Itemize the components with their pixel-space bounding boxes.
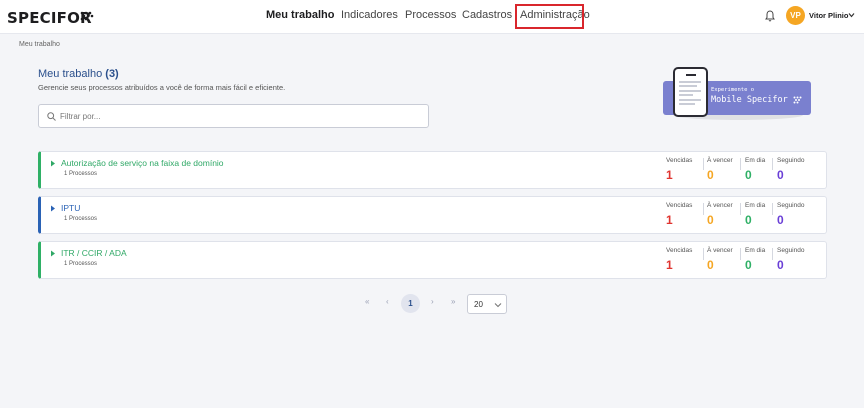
- stat-value: 0: [707, 258, 714, 272]
- breadcrumb[interactable]: Meu trabalho: [19, 41, 60, 48]
- stat-divider: [703, 158, 704, 170]
- promo-text: Experimente o Mobile Specifor: [711, 87, 802, 105]
- stat-label: Seguindo: [777, 247, 805, 254]
- logo-dots-icon: [793, 96, 802, 103]
- stat-label: Vencidas: [666, 247, 693, 254]
- stat-divider: [740, 248, 741, 260]
- stat-a-vencer[interactable]: À vencer 0: [707, 202, 733, 230]
- stat-label: Seguindo: [777, 202, 805, 209]
- promo-line-1: Experimente o: [711, 87, 755, 93]
- page-title: Meu trabalho (3): [38, 68, 119, 80]
- nav-item-meu-trabalho[interactable]: Meu trabalho: [266, 9, 334, 21]
- page-size-value: 20: [474, 300, 483, 309]
- chevron-down-icon: [494, 303, 502, 308]
- avatar[interactable]: VP: [786, 6, 805, 25]
- top-navbar: SPECIFOR Meu trabalho Indicadores Proces…: [0, 0, 864, 34]
- nav-highlight-box: [515, 4, 584, 29]
- next-page-button[interactable]: ›: [431, 297, 434, 306]
- process-card[interactable]: ITR / CCIR / ADA 1 Processos Vencidas 1 …: [38, 241, 827, 279]
- last-page-button[interactable]: »: [451, 297, 455, 306]
- pagination: « ‹ 1 › » 20: [358, 293, 518, 315]
- page-title-text: Meu trabalho: [38, 68, 103, 80]
- stat-divider: [772, 248, 773, 260]
- process-name[interactable]: ITR / CCIR / ADA: [61, 248, 127, 258]
- stat-label: Vencidas: [666, 202, 693, 209]
- stat-label: À vencer: [707, 247, 733, 254]
- stat-seguindo[interactable]: Seguindo 0: [777, 202, 804, 230]
- stat-value: 0: [745, 258, 752, 272]
- stat-label: À vencer: [707, 202, 733, 209]
- caret-right-icon[interactable]: [50, 160, 56, 167]
- stat-label: À vencer: [707, 157, 733, 164]
- nav-item-cadastros[interactable]: Cadastros: [462, 9, 512, 21]
- stat-divider: [772, 203, 773, 215]
- stat-value: 1: [666, 168, 673, 182]
- phone-illustration-icon: [673, 67, 708, 117]
- nav-item-processos[interactable]: Processos: [405, 9, 456, 21]
- page-title-count: (3): [105, 68, 119, 80]
- stat-value: 0: [777, 168, 784, 182]
- stat-label: Em dia: [745, 247, 766, 254]
- bell-icon[interactable]: [765, 10, 775, 22]
- stat-label: Em dia: [745, 157, 766, 164]
- stat-divider: [703, 203, 704, 215]
- process-card[interactable]: Autorização de serviço na faixa de domín…: [38, 151, 827, 189]
- user-name[interactable]: Vitor Plinio: [809, 11, 848, 20]
- stat-value: 0: [777, 258, 784, 272]
- process-name[interactable]: IPTU: [61, 203, 80, 213]
- mobile-promo-banner[interactable]: Experimente o Mobile Specifor: [663, 66, 811, 120]
- stat-divider: [703, 248, 704, 260]
- promo-line-2-text: Mobile Specifor: [711, 95, 788, 105]
- stat-divider: [740, 203, 741, 215]
- stat-em-dia[interactable]: Em dia 0: [745, 157, 765, 185]
- stat-value: 0: [707, 168, 714, 182]
- stat-vencidas[interactable]: Vencidas 1: [666, 157, 692, 185]
- stat-label: Seguindo: [777, 157, 805, 164]
- caret-right-icon[interactable]: [50, 205, 56, 212]
- filter-input[interactable]: [60, 109, 420, 123]
- stat-value: 0: [745, 168, 752, 182]
- page-subtitle: Gerencie seus processos atribuídos a voc…: [38, 83, 286, 92]
- filter-field[interactable]: [38, 104, 429, 128]
- nav-item-indicadores[interactable]: Indicadores: [341, 9, 398, 21]
- prev-page-button[interactable]: ‹: [386, 297, 389, 306]
- stat-seguindo[interactable]: Seguindo 0: [777, 157, 804, 185]
- page-size-select[interactable]: 20: [467, 294, 507, 314]
- stat-divider: [740, 158, 741, 170]
- promo-line-2: Mobile Specifor: [711, 95, 802, 105]
- stat-em-dia[interactable]: Em dia 0: [745, 247, 765, 275]
- process-count: 1 Processos: [64, 216, 98, 222]
- process-name[interactable]: Autorização de serviço na faixa de domín…: [61, 158, 224, 168]
- stat-label: Em dia: [745, 202, 766, 209]
- chevron-down-icon[interactable]: [848, 12, 855, 18]
- stat-a-vencer[interactable]: À vencer 0: [707, 247, 733, 275]
- current-page-button[interactable]: 1: [401, 294, 420, 313]
- process-card[interactable]: IPTU 1 Processos Vencidas 1 À vencer 0 E…: [38, 196, 827, 234]
- stat-divider: [772, 158, 773, 170]
- stat-vencidas[interactable]: Vencidas 1: [666, 247, 692, 275]
- process-count: 1 Processos: [64, 171, 98, 177]
- stat-vencidas[interactable]: Vencidas 1: [666, 202, 692, 230]
- first-page-button[interactable]: «: [365, 297, 369, 306]
- main-nav: Meu trabalho Indicadores Processos Cadas…: [0, 9, 864, 25]
- stat-em-dia[interactable]: Em dia 0: [745, 202, 765, 230]
- stat-seguindo[interactable]: Seguindo 0: [777, 247, 804, 275]
- stat-value: 0: [777, 213, 784, 227]
- stat-label: Vencidas: [666, 157, 693, 164]
- stat-value: 1: [666, 213, 673, 227]
- stat-value: 0: [745, 213, 752, 227]
- stat-value: 0: [707, 213, 714, 227]
- stat-value: 1: [666, 258, 673, 272]
- stat-a-vencer[interactable]: À vencer 0: [707, 157, 733, 185]
- process-count: 1 Processos: [64, 261, 98, 267]
- search-icon: [47, 112, 56, 121]
- caret-right-icon[interactable]: [50, 250, 56, 257]
